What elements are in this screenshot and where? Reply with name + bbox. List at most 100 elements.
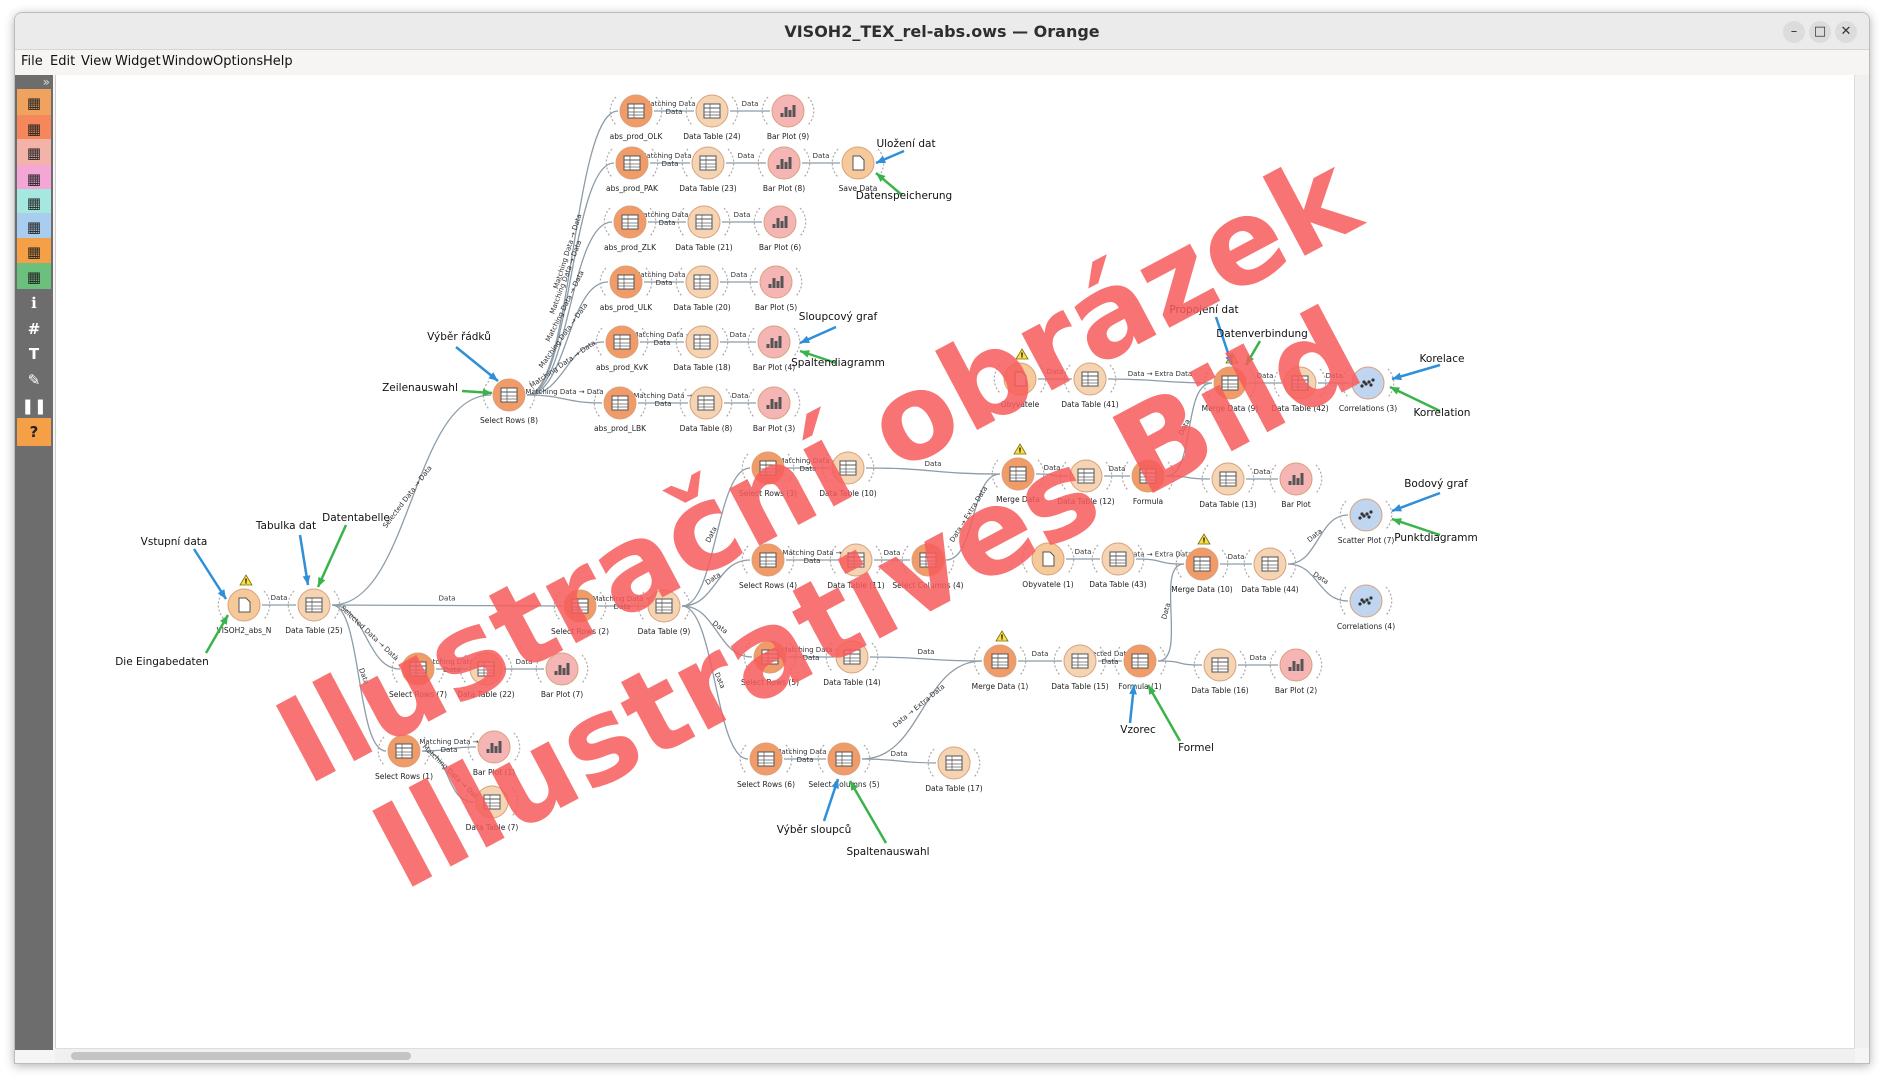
widget-node[interactable]: Correlations (4) bbox=[1337, 584, 1395, 631]
annotation-text: Korelace bbox=[1420, 353, 1465, 365]
widget-node[interactable]: Bar Plot bbox=[1269, 462, 1323, 509]
widget-label[interactable]: Data Table (24) bbox=[683, 132, 741, 141]
widget-label[interactable]: Bar Plot (2) bbox=[1275, 686, 1317, 695]
widget-node[interactable]: Save Data bbox=[831, 146, 885, 193]
widget-node[interactable]: Data Table (16) bbox=[1191, 648, 1249, 695]
widget-label[interactable]: abs_prod_LBK bbox=[594, 424, 647, 433]
annotation-bodovy[interactable]: Bodový graf bbox=[1391, 478, 1468, 513]
widget-label[interactable]: Data Table (15) bbox=[1051, 682, 1109, 691]
widget-node[interactable]: Bar Plot (9) bbox=[761, 94, 815, 141]
horizontal-scroll-thumb[interactable] bbox=[71, 1052, 411, 1060]
widget-label[interactable]: Data Table (43) bbox=[1089, 580, 1147, 589]
widget-label[interactable]: Merge Data (10) bbox=[1171, 585, 1233, 594]
annotation-tabulka[interactable]: Tabulka dat bbox=[255, 520, 316, 586]
menu-edit[interactable]: Edit bbox=[50, 54, 75, 69]
widget-label[interactable]: abs_prod_KvK bbox=[596, 363, 649, 372]
widget-node[interactable]: Bar Plot (6) bbox=[753, 205, 807, 252]
widget-label[interactable]: Bar Plot (5) bbox=[755, 303, 797, 312]
annotation-vyber_radku[interactable]: Výběr řádků bbox=[427, 331, 499, 382]
annotation-spaltenaus[interactable]: Spaltenauswahl bbox=[846, 780, 930, 858]
svg-text:!: ! bbox=[244, 578, 247, 586]
geo-category-icon[interactable]: ▦ bbox=[17, 263, 51, 291]
annotation-sloupcovy[interactable]: Sloupcový graf bbox=[799, 311, 878, 345]
annotation-korelace[interactable]: Korelace bbox=[1391, 353, 1465, 381]
annotation-korrelation[interactable]: Korrelation bbox=[1389, 385, 1470, 419]
widget-label[interactable]: Data Table (44) bbox=[1241, 585, 1299, 594]
pen-icon[interactable]: ✎ bbox=[17, 366, 51, 394]
vertical-scrollbar[interactable] bbox=[1854, 75, 1869, 1048]
widget-label[interactable]: Data Table (16) bbox=[1191, 686, 1249, 695]
unsupervised-category-icon[interactable]: ▦ bbox=[17, 213, 51, 241]
annotation-formel[interactable]: Formel bbox=[1146, 684, 1214, 754]
widget-icon bbox=[767, 146, 801, 180]
widget-label[interactable]: Bar Plot (9) bbox=[767, 132, 809, 141]
annotation-ulozeni[interactable]: Uložení dat bbox=[875, 138, 936, 165]
link-edge[interactable] bbox=[861, 758, 937, 764]
widget-node[interactable]: Data Table (25) bbox=[285, 588, 343, 635]
widget-label[interactable]: Bar Plot (6) bbox=[759, 243, 801, 252]
data-category-icon[interactable]: ▦ bbox=[17, 89, 51, 117]
text-icon[interactable]: T bbox=[17, 340, 51, 368]
widget-node[interactable]: Bar Plot (5) bbox=[749, 265, 803, 312]
link-edge[interactable] bbox=[1157, 660, 1203, 666]
widget-label[interactable]: abs_prod_OLK bbox=[610, 132, 664, 141]
help-icon[interactable]: ? bbox=[17, 418, 51, 446]
widget-label[interactable]: Merge Data (1) bbox=[972, 682, 1029, 691]
visualize-category-icon[interactable]: ▦ bbox=[17, 139, 51, 167]
widget-label[interactable]: abs_prod_ZLK bbox=[604, 243, 657, 252]
annotation-punkt[interactable]: Punktdiagramm bbox=[1391, 517, 1478, 544]
widget-label[interactable]: Bar Plot bbox=[1281, 500, 1310, 509]
link-label: Matching Data → bbox=[634, 271, 693, 279]
annotation-zeilen[interactable]: Zeilenauswahl bbox=[382, 382, 493, 397]
widget-toolbox: » ▦ ▦ ▦ ▦ ▦ ▦ ▦ ▦ ℹ # T ✎ ❚❚? bbox=[15, 75, 53, 1050]
widget-label[interactable]: Data Table (17) bbox=[925, 784, 983, 793]
widget-node[interactable]: Scatter Plot (7) bbox=[1338, 498, 1395, 545]
link-edge[interactable] bbox=[861, 660, 983, 760]
menu-file[interactable]: File bbox=[21, 54, 43, 69]
menu-window[interactable]: Window bbox=[162, 54, 213, 69]
widget-label[interactable]: Scatter Plot (7) bbox=[1338, 536, 1395, 545]
widget-label[interactable]: Formula (1) bbox=[1118, 682, 1161, 691]
widget-label[interactable]: abs_prod_ULK bbox=[600, 303, 653, 312]
menu-view[interactable]: View bbox=[81, 54, 112, 69]
widget-label[interactable]: Select Rows (6) bbox=[737, 780, 795, 789]
widget-icon bbox=[771, 94, 805, 128]
toolbox-collapse-button[interactable]: » bbox=[43, 75, 50, 89]
workflow-canvas[interactable]: Data Selected Data → Data Data Selected Dat… bbox=[55, 75, 1856, 1048]
maximize-button[interactable]: □ bbox=[1809, 21, 1831, 43]
widget-label[interactable]: Data Table (8) bbox=[680, 424, 733, 433]
close-button[interactable]: ✕ bbox=[1835, 21, 1857, 43]
annotation-eingabe[interactable]: Die Eingabedaten bbox=[115, 614, 230, 668]
widget-label[interactable]: Select Rows (8) bbox=[480, 416, 538, 425]
link-edge[interactable] bbox=[1287, 563, 1349, 602]
widget-node[interactable]: Data Table (44) bbox=[1241, 547, 1299, 594]
link-edge[interactable] bbox=[331, 394, 492, 606]
widget-label[interactable]: Data Table (21) bbox=[675, 243, 733, 252]
widget-label[interactable]: Correlations (4) bbox=[1337, 622, 1395, 631]
link-edge[interactable] bbox=[526, 394, 603, 404]
widget-label[interactable]: Data Table (23) bbox=[679, 184, 737, 193]
widget-label[interactable]: Select Columns (5) bbox=[808, 780, 879, 789]
horizontal-scrollbar[interactable] bbox=[55, 1048, 1855, 1063]
pause-icon[interactable]: ❚❚ bbox=[17, 392, 51, 420]
annotation-vstupni[interactable]: Vstupní data bbox=[141, 536, 228, 600]
educational-category-icon[interactable]: ▦ bbox=[17, 238, 51, 266]
widget-label[interactable]: VISOH2_abs_N bbox=[217, 626, 272, 635]
menu-options[interactable]: Options bbox=[213, 54, 263, 69]
widget-label[interactable]: abs_prod_PAK bbox=[606, 184, 659, 193]
widget-label[interactable]: Data Table (13) bbox=[1199, 500, 1257, 509]
info-icon[interactable]: ℹ bbox=[17, 289, 51, 317]
menu-help[interactable]: Help bbox=[263, 54, 293, 69]
annotation-datentabelle[interactable]: Datentabelle bbox=[316, 512, 390, 588]
menu-widget[interactable]: Widget bbox=[115, 54, 161, 69]
widget-node[interactable]: Bar Plot (2) bbox=[1269, 648, 1323, 695]
minimize-button[interactable]: – bbox=[1783, 21, 1805, 43]
widget-label[interactable]: Bar Plot (4) bbox=[753, 363, 795, 372]
widget-label[interactable]: Data Table (20) bbox=[673, 303, 731, 312]
widget-label[interactable]: Bar Plot (8) bbox=[763, 184, 805, 193]
hash-icon[interactable]: # bbox=[17, 315, 51, 343]
widget-node[interactable]: Bar Plot (8) bbox=[757, 146, 811, 193]
widget-label[interactable]: Data Table (25) bbox=[285, 626, 343, 635]
widget-label[interactable]: Data Table (18) bbox=[673, 363, 731, 372]
widget-node[interactable]: Data Table (17) bbox=[925, 746, 983, 793]
